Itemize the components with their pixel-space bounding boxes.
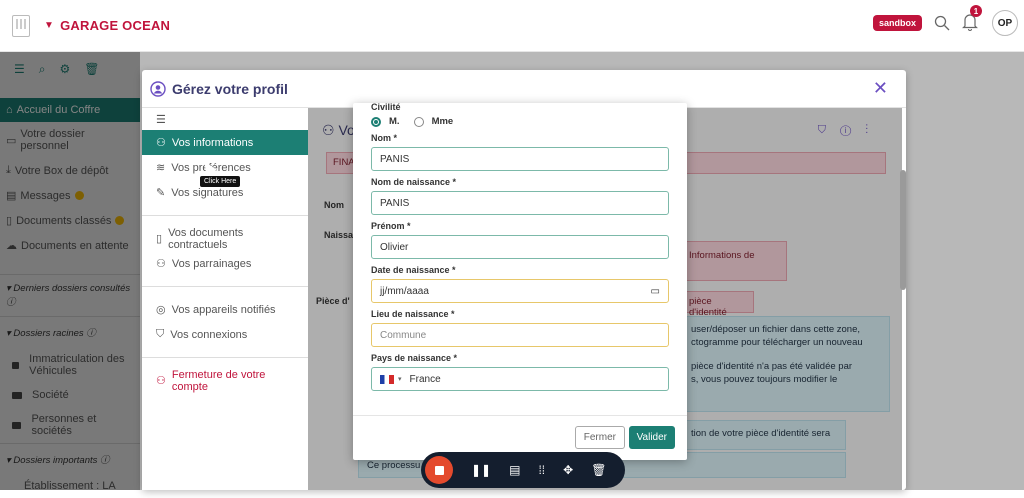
lieu-input[interactable]: Commune — [371, 323, 669, 347]
pause-icon[interactable]: ❚❚ — [471, 463, 491, 477]
menu-item-contracts[interactable]: ▯ Vos documents contractuels — [142, 226, 308, 251]
field-label-piece: Pièce d' — [316, 296, 350, 306]
stop-icon — [434, 465, 444, 475]
modal-title: Gérez votre profil — [172, 80, 288, 97]
close-icon[interactable]: ✕ — [873, 78, 888, 99]
prenom-label: Prénom * — [371, 221, 411, 231]
top-bar: ▼ GARAGE OCEAN sandbox 1 OP — [0, 0, 1024, 52]
search-icon[interactable] — [934, 15, 950, 31]
trash-icon[interactable]: 🗑 — [591, 463, 606, 477]
modal-scrollbar[interactable] — [900, 170, 906, 290]
avatar[interactable]: OP — [992, 10, 1018, 36]
divider — [142, 215, 308, 216]
menu-collapse-icon[interactable]: ☰ — [142, 108, 308, 130]
prenom-input[interactable]: Olivier — [371, 235, 669, 259]
nom-label: Nom * — [371, 133, 398, 143]
move-icon[interactable]: ✥ — [563, 463, 573, 477]
france-flag-icon — [380, 374, 394, 384]
pays-select[interactable]: ▾ France — [371, 367, 669, 391]
building-logo-icon[interactable] — [12, 14, 30, 37]
user-circle-icon — [150, 80, 166, 97]
menu-item-connections[interactable]: ⛉ Vos connexions — [142, 322, 308, 347]
radio-mme[interactable] — [413, 116, 424, 127]
chevron-down-icon: ▾ — [398, 376, 402, 383]
field-label-nom: Nom — [324, 200, 344, 210]
shield-icon: ⛉ — [156, 328, 165, 340]
nom-input[interactable]: PANIS — [371, 147, 669, 171]
date-input[interactable]: jj/mm/aaaa ▭ — [371, 279, 669, 303]
user-remove-icon: ⚇ — [156, 375, 166, 387]
upload-info: user/déposer un fichier dans cette zone,… — [682, 316, 890, 412]
sliders-icon: ≋ — [156, 162, 166, 174]
civilite-radio-group: M. Mme — [371, 116, 687, 127]
menu-item-informations[interactable]: ⚇ Vos informations — [142, 130, 308, 155]
recording-toolbar: ❚❚ ▤ ⁞⁞ ✥ 🗑 — [421, 452, 625, 488]
divider — [142, 357, 308, 358]
divider — [142, 286, 308, 287]
caret-down-icon: ▼ — [44, 20, 55, 31]
radio-m[interactable] — [371, 116, 381, 127]
id-badge: pièce d'identité — [682, 291, 754, 318]
valider-button[interactable]: Valider — [628, 426, 675, 449]
calendar-icon[interactable]: ▭ — [651, 286, 660, 297]
notes-icon[interactable]: ▤ — [509, 463, 520, 477]
pays-label: Pays de naissance * — [371, 353, 458, 363]
menu-item-devices[interactable]: ◎ Vos appareils notifiés — [142, 297, 308, 322]
notifications-button[interactable]: 1 — [962, 5, 982, 33]
fermer-button[interactable]: Fermer — [574, 426, 625, 449]
org-switcher[interactable]: ▼ GARAGE OCEAN — [44, 18, 170, 33]
signature-icon: ✎ — [156, 187, 166, 199]
device-icon: ◎ — [156, 304, 166, 316]
section-heading: ⚇ Vo — [322, 122, 355, 138]
validation-info: tion de votre pièce d'identité sera — [682, 420, 846, 450]
nom-naissance-input[interactable]: PANIS — [371, 191, 669, 215]
org-name: GARAGE OCEAN — [60, 18, 171, 33]
profile-menu: ☰ ⚇ Vos informations ≋ Vos préférences ✎ Vo… — [142, 108, 308, 490]
document-icon: ▯ — [156, 233, 163, 245]
user-icon: ⚇ — [156, 137, 166, 149]
stop-record-button[interactable] — [425, 456, 453, 484]
nom-naissance-label: Nom de naissance * — [371, 177, 457, 187]
date-label: Date de naissance * — [371, 265, 456, 275]
grid-icon[interactable]: ⁞⁞ — [538, 463, 545, 477]
civilite-label: Civilité — [371, 103, 401, 112]
info-warning: Informations de — [682, 241, 787, 281]
notification-count: 1 — [970, 5, 982, 17]
edit-info-form: Civilité M. Mme Nom * PANIS Nom de naiss… — [353, 103, 687, 460]
menu-item-close-account[interactable]: ⚇ Fermeture de votre compte — [142, 368, 308, 393]
header-actions: ⛉ⓘ⋮ — [817, 124, 882, 136]
click-tooltip: Click Here — [200, 176, 241, 187]
users-icon: ⚇ — [156, 258, 166, 270]
user-icon: ⚇ — [322, 122, 339, 138]
menu-item-referrals[interactable]: ⚇ Vos parrainages — [142, 251, 308, 276]
lieu-label: Lieu de naissance * — [371, 309, 455, 319]
sandbox-badge: sandbox — [872, 15, 922, 31]
